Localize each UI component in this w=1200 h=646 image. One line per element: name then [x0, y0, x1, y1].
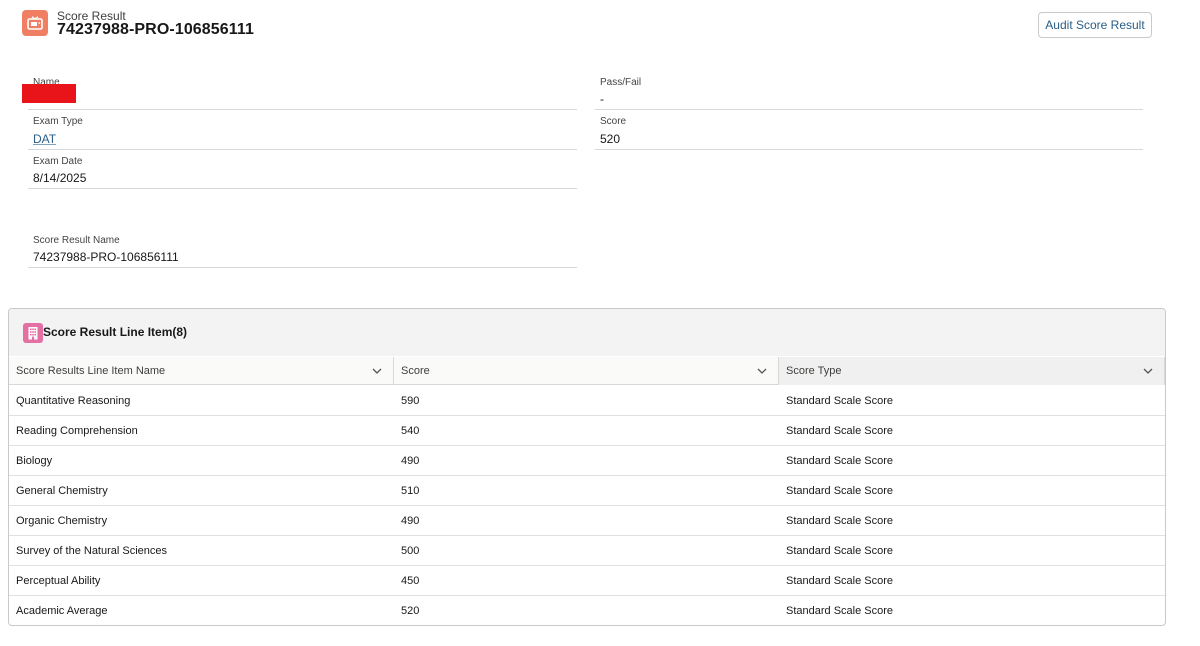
cell-line-item-name: Biology	[16, 455, 53, 467]
field-value: -	[600, 92, 604, 106]
field-label: Pass/Fail	[600, 77, 642, 88]
cell-score: 590	[401, 395, 420, 407]
field-name: Name	[22, 73, 577, 110]
table-row[interactable]: Perceptual Ability 450 Standard Scale Scor…	[9, 566, 1165, 596]
cell-score: 500	[401, 545, 420, 557]
cell-score-type: Standard Scale Score	[786, 605, 894, 617]
table-row[interactable]: Academic Average 520 Standard Scale Score	[9, 596, 1165, 625]
table-row[interactable]: Survey of the Natural Sciences 500 Standar…	[9, 536, 1165, 566]
field-score-result-name: Score Result Name 74237988-PRO-106856111	[28, 231, 577, 268]
cell-score: 540	[401, 425, 420, 437]
field-exam-type: Exam Type DAT	[28, 112, 577, 150]
table-row[interactable]: Reading Comprehension 540 Standard Scale S…	[9, 416, 1165, 446]
field-label: Score	[600, 116, 627, 127]
cell-score-type: Standard Scale Score	[786, 395, 894, 407]
related-list-header: Score Result Line Item(8)	[9, 309, 1165, 356]
column-header-score[interactable]: Score	[394, 357, 779, 385]
record-header: Score Result 74237988-PRO-106856111 Audi…	[0, 0, 1200, 50]
cell-line-item-name: Survey of the Natural Sciences	[16, 545, 168, 557]
related-list-title[interactable]: Score Result Line Item(8)	[43, 325, 187, 339]
cell-line-item-name: Quantitative Reasoning	[16, 395, 131, 407]
column-header-label: Score	[401, 365, 430, 377]
cell-score-type: Standard Scale Score	[786, 545, 894, 557]
cell-score-type: Standard Scale Score	[786, 575, 894, 587]
cell-score-type: Standard Scale Score	[786, 455, 894, 467]
cell-score: 520	[401, 605, 420, 617]
table-row[interactable]: Biology 490 Standard Scale Score	[9, 446, 1165, 476]
field-pass-fail: Pass/Fail -	[595, 73, 1143, 110]
tv-icon	[22, 10, 48, 36]
table-row[interactable]: General Chemistry 510 Standard Scale Score	[9, 476, 1165, 506]
column-header-label: Score Results Line Item Name	[16, 365, 166, 377]
column-header-line-item-name[interactable]: Score Results Line Item Name	[9, 357, 394, 385]
cell-score: 510	[401, 485, 420, 497]
building-icon	[23, 323, 43, 343]
field-exam-date: Exam Date 8/14/2025	[28, 152, 577, 189]
cell-score: 490	[401, 455, 420, 467]
table-header: Score Results Line Item Name Score Score…	[9, 357, 1165, 385]
cell-score-type: Standard Scale Score	[786, 485, 894, 497]
table-row[interactable]: Quantitative Reasoning 590 Standard Scale …	[9, 386, 1165, 416]
cell-score-type: Standard Scale Score	[786, 425, 894, 437]
cell-line-item-name: Perceptual Ability	[16, 575, 101, 587]
chevron-down-icon[interactable]	[1142, 365, 1154, 377]
audit-score-result-button[interactable]: Audit Score Result	[1038, 12, 1152, 38]
chevron-down-icon[interactable]	[756, 365, 768, 377]
field-value: 74237988-PRO-106856111	[33, 250, 179, 264]
field-value: 520	[600, 132, 621, 146]
redacted-name-value	[22, 84, 76, 103]
cell-line-item-name: Organic Chemistry	[16, 515, 108, 527]
cell-score: 490	[401, 515, 420, 527]
field-label: Exam Type	[33, 116, 83, 127]
related-list-card: Score Result Line Item(8) Score Results …	[8, 308, 1166, 626]
field-label: Exam Date	[33, 156, 83, 167]
cell-line-item-name: Reading Comprehension	[16, 425, 138, 437]
cell-line-item-name: Academic Average	[16, 605, 108, 617]
page-title: 74237988-PRO-106856111	[57, 21, 255, 38]
field-score: Score 520	[595, 112, 1143, 150]
field-value: 8/14/2025	[33, 171, 87, 185]
chevron-down-icon[interactable]	[371, 365, 383, 377]
column-header-score-type[interactable]: Score Type	[779, 357, 1165, 385]
table-row[interactable]: Organic Chemistry 490 Standard Scale Score	[9, 506, 1165, 536]
column-header-label: Score Type	[786, 365, 842, 377]
exam-type-link[interactable]: DAT	[33, 132, 56, 146]
cell-score-type: Standard Scale Score	[786, 515, 894, 527]
cell-line-item-name: General Chemistry	[16, 485, 108, 497]
cell-score: 450	[401, 575, 420, 587]
field-label: Score Result Name	[33, 235, 120, 246]
